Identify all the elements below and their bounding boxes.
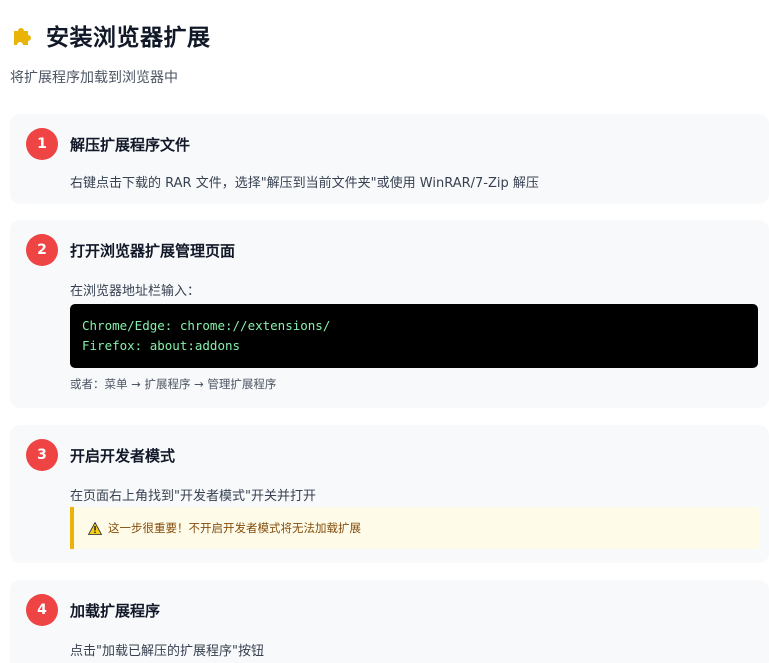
step-number-badge: 1 bbox=[26, 128, 58, 160]
code-block[interactable]: Chrome/Edge: chrome://extensions/ Firefo… bbox=[70, 304, 758, 368]
step-number-badge: 4 bbox=[26, 594, 58, 626]
step-description: 右键点击下载的 RAR 文件，选择"解压到当前文件夹"或使用 WinRAR/7-… bbox=[70, 176, 539, 191]
code-line-chrome[interactable]: Chrome/Edge: chrome://extensions/ bbox=[82, 316, 746, 336]
step-note: 或者：菜单 → 扩展程序 → 管理扩展程序 bbox=[70, 377, 277, 391]
step-card-2: 2 打开浏览器扩展管理页面 在浏览器地址栏输入： Chrome/Edge: ch… bbox=[10, 220, 769, 408]
step-title: 解压扩展程序文件 bbox=[70, 136, 191, 154]
step-number-badge: 3 bbox=[26, 439, 58, 471]
page-subtitle: 将扩展程序加载到浏览器中 bbox=[10, 70, 178, 86]
install-extension-page: 安装浏览器扩展 将扩展程序加载到浏览器中 1 解压扩展程序文件 右键点击下载的 … bbox=[0, 0, 769, 663]
code-line-firefox[interactable]: Firefox: about:addons bbox=[82, 336, 746, 356]
step-card-4: 4 加载扩展程序 点击"加载已解压的扩展程序"按钮 bbox=[10, 580, 769, 663]
step-title: 开启开发者模式 bbox=[70, 447, 176, 465]
step-card-1: 1 解压扩展程序文件 右键点击下载的 RAR 文件，选择"解压到当前文件夹"或使… bbox=[10, 114, 769, 204]
puzzle-piece-icon bbox=[14, 28, 31, 45]
page-title: 安装浏览器扩展 bbox=[46, 25, 211, 51]
step-description: 在浏览器地址栏输入： bbox=[70, 284, 201, 299]
step-title: 加载扩展程序 bbox=[70, 602, 161, 620]
step-card-3: 3 开启开发者模式 在页面右上角找到"开发者模式"开关并打开 这一步很重要！不开… bbox=[10, 425, 769, 563]
step-number-badge: 2 bbox=[26, 234, 58, 266]
step-title: 打开浏览器扩展管理页面 bbox=[70, 242, 236, 260]
page-header: 安装浏览器扩展 bbox=[10, 18, 211, 52]
step-description: 在页面右上角找到"开发者模式"开关并打开 bbox=[70, 489, 316, 504]
step-description: 点击"加载已解压的扩展程序"按钮 bbox=[70, 644, 264, 659]
warning-callout: 这一步很重要！不开启开发者模式将无法加载扩展 bbox=[70, 507, 759, 549]
warning-triangle-icon bbox=[88, 521, 102, 535]
warning-text: 这一步很重要！不开启开发者模式将无法加载扩展 bbox=[108, 521, 361, 535]
